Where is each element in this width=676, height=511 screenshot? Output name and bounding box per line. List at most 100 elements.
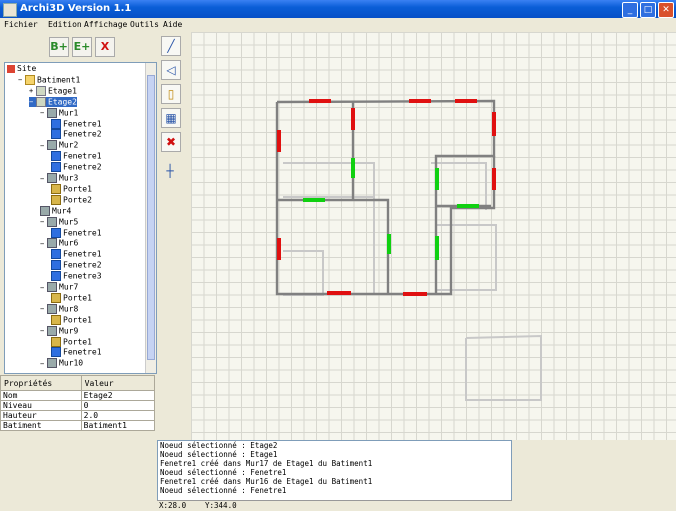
floor-plan-canvas[interactable] [191, 32, 676, 440]
tree-node-label: Etage2 [48, 97, 77, 107]
crosshair-icon[interactable]: ┼ [161, 162, 179, 180]
tree-node[interactable]: − Batiment1 [18, 74, 80, 85]
floor-plan-drawing[interactable] [191, 32, 676, 440]
expander-icon[interactable]: − [40, 108, 47, 118]
expander-icon[interactable]: − [40, 283, 47, 293]
expander-icon[interactable]: − [40, 326, 47, 336]
add-floor-icon[interactable]: E+ [72, 37, 92, 57]
tree-node[interactable]: Fenetre1 [51, 118, 102, 129]
tree-node-label: Mur8 [59, 304, 79, 314]
tree-node[interactable]: Porte2 [51, 194, 92, 205]
expander-icon[interactable]: − [40, 174, 47, 184]
tree-node[interactable]: − Etage2 [29, 96, 77, 107]
tree-node[interactable]: Fenetre1 [51, 227, 102, 238]
tree-node-label: Mur5 [59, 217, 79, 227]
tree-node[interactable]: − Mur5 [40, 216, 79, 227]
table-row: Niveau 0 [0, 400, 156, 411]
menu-outils[interactable]: Outils [130, 20, 159, 29]
add-building-icon[interactable]: B+ [49, 37, 69, 57]
prop-name: Hauteur [0, 410, 82, 421]
scroll-thumb[interactable] [147, 75, 155, 360]
tree-node-label: Etage1 [48, 86, 77, 96]
expander-icon[interactable]: − [40, 217, 47, 227]
ghost-wall [435, 224, 497, 291]
expander-icon[interactable]: + [29, 86, 36, 96]
etage-icon [36, 85, 46, 96]
tree-node[interactable]: + Etage1 [29, 85, 77, 96]
draw-triangle-icon[interactable]: ◁ [161, 60, 181, 80]
door-icon [51, 194, 61, 205]
wall [277, 198, 390, 294]
tree-node-label: Fenetre1 [63, 119, 102, 128]
tree-node[interactable]: − Mur6 [40, 238, 78, 249]
prop-name: Nom [0, 390, 82, 401]
tree-node[interactable]: − Mur8 [40, 303, 79, 314]
prop-value[interactable]: 0 [80, 400, 156, 411]
door-icon [51, 314, 61, 325]
app-icon [3, 3, 17, 17]
tree-node[interactable]: − Mur7 [40, 282, 78, 292]
project-tree[interactable]: Site − Batiment1 + Etage1− Etage2− Mur1 Fenetre… [4, 62, 157, 374]
tree-node-label: Fenetre2 [63, 129, 102, 139]
menu-aide[interactable]: Aide [163, 20, 182, 29]
delete-icon[interactable]: X [95, 37, 115, 57]
table-row: Batiment Batiment1 [0, 420, 156, 431]
maximize-button[interactable]: □ [640, 2, 656, 18]
tree-node[interactable]: Fenetre1 [51, 347, 102, 358]
tree-node-label: Porte2 [63, 195, 92, 205]
wall-icon [47, 173, 57, 183]
tree-node[interactable]: Fenetre1 [51, 151, 102, 162]
tree-node[interactable]: − Mur1 [40, 107, 78, 118]
tree-node-label: Site [17, 64, 37, 73]
expander-icon[interactable]: − [18, 75, 25, 85]
log-line: Fenetre1 créé dans Mur16 de Etage1 du Ba… [160, 477, 373, 486]
tree-node[interactable]: − Mur9 [40, 325, 79, 336]
tree-node-label: Mur9 [59, 326, 79, 336]
expander-icon[interactable]: − [40, 141, 47, 151]
empty-area [512, 440, 676, 510]
tree-node[interactable]: Site [7, 64, 36, 74]
tree-node[interactable]: − Mur3 [40, 173, 78, 183]
prop-value[interactable]: 2.0 [80, 410, 156, 421]
menu-edition[interactable]: Edition [48, 20, 82, 29]
properties-table: Propriétés Valeur Nom Etage2 Niveau 0 Ha… [0, 375, 156, 431]
win-icon [51, 347, 61, 358]
tree-node[interactable]: Fenetre2 [51, 260, 102, 271]
menu-affichage[interactable]: Affichage [84, 20, 127, 29]
wall-icon [47, 238, 57, 249]
tree-node[interactable]: Fenetre1 [51, 249, 102, 260]
minimize-button[interactable]: _ [622, 2, 638, 18]
close-button[interactable]: ✕ [658, 2, 674, 18]
door-tool-icon[interactable]: ▯ [161, 84, 181, 104]
tree-node[interactable]: Fenetre3 [51, 271, 102, 282]
prop-value[interactable]: Batiment1 [80, 420, 156, 431]
expander-icon[interactable]: − [29, 97, 36, 107]
delete-tool-icon[interactable]: ✖ [161, 132, 181, 152]
menu-bar: Fichier Edition Affichage Outils Aide [0, 18, 676, 32]
expander-icon[interactable]: − [40, 239, 47, 249]
tree-scrollbar[interactable] [145, 63, 156, 373]
wall-icon [47, 303, 57, 314]
tree-node[interactable]: Fenetre2 [51, 162, 102, 173]
draw-line-icon[interactable]: ╱ [161, 36, 181, 56]
window-tool-icon[interactable]: ▦ [161, 108, 181, 128]
expander-icon[interactable]: − [40, 304, 47, 314]
tree-node[interactable]: Mur4 [40, 205, 71, 216]
prop-value[interactable]: Etage2 [80, 390, 156, 401]
win-icon [51, 162, 61, 173]
tree-node-label: Fenetre2 [63, 260, 102, 270]
tree-node[interactable]: Porte1 [51, 183, 92, 194]
tree-node[interactable]: − Mur2 [40, 140, 78, 151]
log-line: Noeud sélectionné : Fenetre1 [160, 486, 287, 495]
door-icon [51, 183, 61, 194]
tree-node[interactable]: Porte1 [51, 336, 92, 347]
log-line: Noeud sélectionné : Fenetre1 [160, 468, 287, 477]
win-icon [51, 118, 61, 129]
menu-fichier[interactable]: Fichier [4, 20, 38, 29]
tree-node-label: Porte1 [63, 315, 92, 325]
tree-node[interactable]: Porte1 [51, 314, 92, 325]
expander-icon[interactable]: − [40, 359, 47, 369]
tree-node[interactable]: Fenetre2 [51, 129, 102, 140]
tree-node[interactable]: − Mur10 [40, 358, 83, 369]
tree-node[interactable]: Porte1 [51, 292, 92, 303]
